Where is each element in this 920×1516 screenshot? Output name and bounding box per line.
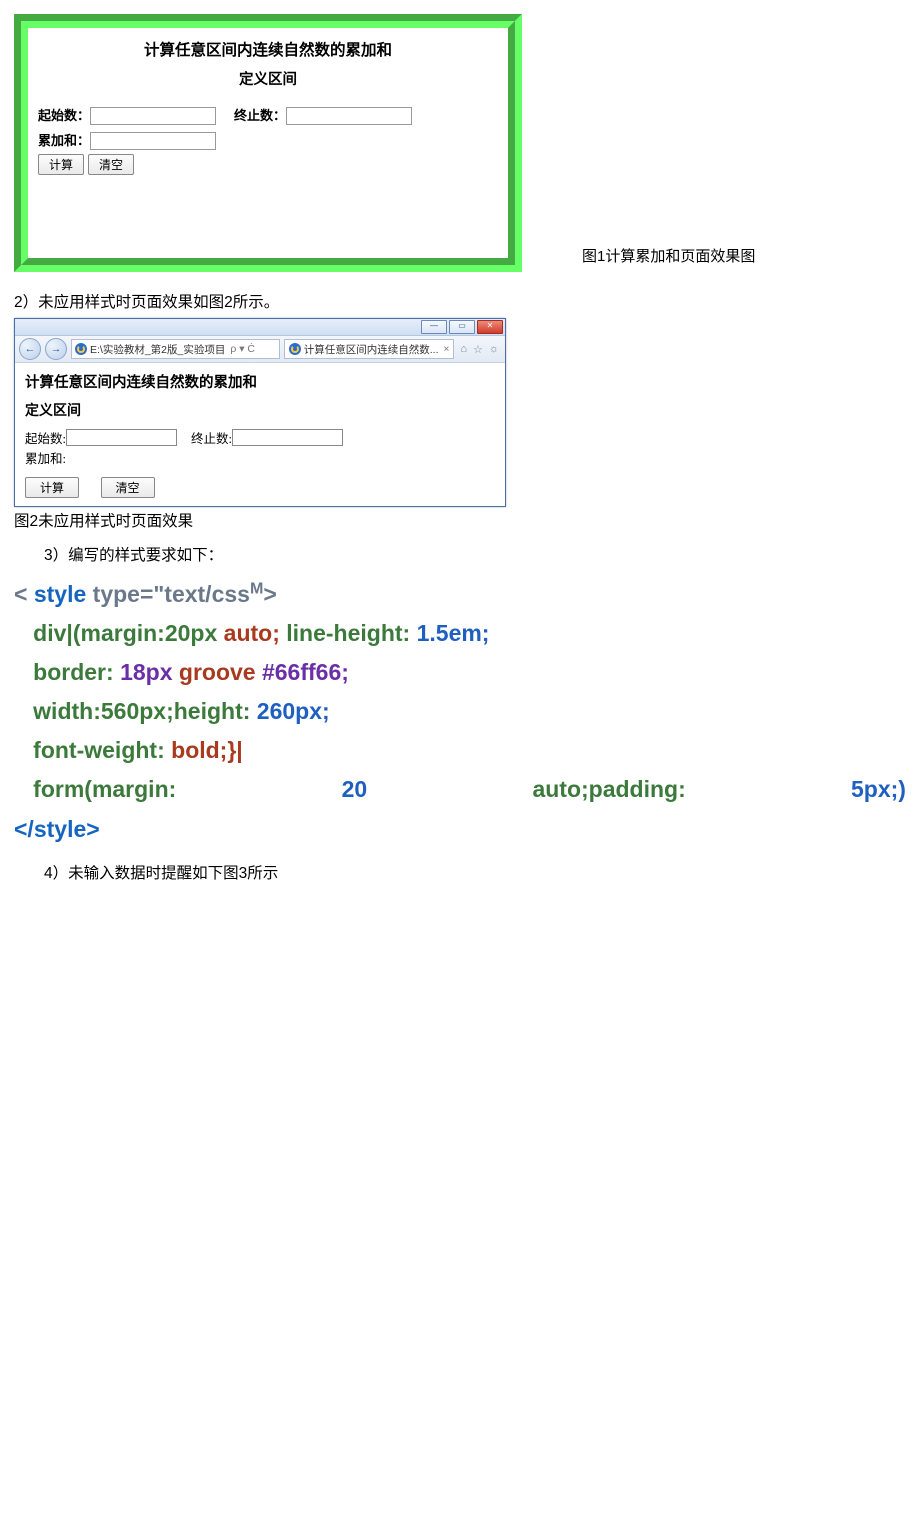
- clear-button[interactable]: 清空: [101, 477, 155, 498]
- clear-button[interactable]: 清空: [88, 154, 134, 175]
- tab-close-icon[interactable]: ×: [444, 344, 450, 355]
- gear-icon[interactable]: ☼: [489, 343, 499, 356]
- ie-icon: [289, 343, 301, 355]
- start-label: 起始数:: [25, 428, 66, 447]
- start-input[interactable]: [90, 107, 216, 125]
- start-label: 起始数：: [38, 105, 90, 128]
- panel-title: 计算任意区间内连续自然数的累加和: [38, 40, 498, 63]
- minimize-icon[interactable]: —: [421, 320, 447, 334]
- css-code-block: < style type="text/cssM> div|(margin:20p…: [14, 575, 906, 849]
- browser-tab[interactable]: 计算任意区间内连续自然数... ×: [284, 339, 455, 359]
- window-titlebar: — ▭ ✕: [15, 319, 505, 336]
- search-hint: ρ ▾ Ċ: [230, 343, 255, 355]
- paragraph-2: 2）未应用样式时页面效果如图2所示。: [14, 290, 906, 312]
- end-input[interactable]: [286, 107, 412, 125]
- figure1-row: 计算任意区间内连续自然数的累加和 定义区间 起始数： 终止数： 累加和： 计算 …: [14, 14, 906, 272]
- row-sum: 累加和：: [38, 130, 498, 153]
- figure2-caption: 图2未应用样式时页面效果: [14, 509, 906, 531]
- item-3: 3）编写的样式要求如下：: [14, 543, 906, 565]
- end-label: 终止数：: [234, 105, 286, 128]
- start-input[interactable]: [66, 429, 177, 446]
- sum-input[interactable]: [90, 132, 216, 150]
- sum-label: 累加和：: [38, 130, 90, 153]
- sum-label: 累加和:: [25, 448, 66, 467]
- end-input[interactable]: [232, 429, 343, 446]
- calc-button[interactable]: 计算: [25, 477, 79, 498]
- favorite-icon[interactable]: ☆: [473, 343, 483, 356]
- forward-icon[interactable]: →: [45, 338, 67, 360]
- styled-form-panel: 计算任意区间内连续自然数的累加和 定义区间 起始数： 终止数： 累加和： 计算 …: [14, 14, 522, 272]
- browser-content: 计算任意区间内连续自然数的累加和 定义区间 起始数: 终止数: 累加和: 计算 …: [15, 363, 505, 506]
- calc-button[interactable]: 计算: [38, 154, 84, 175]
- address-bar[interactable]: E:\实验教材_第2版_实验项目 ρ ▾ Ċ: [71, 339, 280, 359]
- maximize-icon[interactable]: ▭: [449, 320, 475, 334]
- browser-window: — ▭ ✕ ← → E:\实验教材_第2版_实验项目 ρ ▾ Ċ 计算任意区间内…: [14, 318, 506, 507]
- browser-toolbar: ← → E:\实验教材_第2版_实验项目 ρ ▾ Ċ 计算任意区间内连续自然数.…: [15, 336, 505, 363]
- back-icon[interactable]: ←: [19, 338, 41, 360]
- end-label: 终止数:: [191, 428, 232, 447]
- item-4: 4）未输入数据时提醒如下图3所示: [14, 861, 906, 883]
- row-start-end: 起始数： 终止数：: [38, 105, 498, 128]
- panel-subtitle: 定义区间: [38, 69, 498, 92]
- home-icon[interactable]: ⌂: [460, 343, 467, 356]
- close-icon[interactable]: ✕: [477, 320, 503, 334]
- ie-icon: [75, 343, 87, 355]
- figure1-caption: 图1计算累加和页面效果图: [582, 245, 755, 272]
- toolbar-icons: ⌂ ☆ ☼: [458, 343, 501, 356]
- unstyled-subtitle: 定义区间: [25, 400, 495, 420]
- unstyled-title: 计算任意区间内连续自然数的累加和: [25, 371, 495, 392]
- tab-title: 计算任意区间内连续自然数...: [304, 342, 439, 357]
- address-text: E:\实验教材_第2版_实验项目: [90, 342, 225, 357]
